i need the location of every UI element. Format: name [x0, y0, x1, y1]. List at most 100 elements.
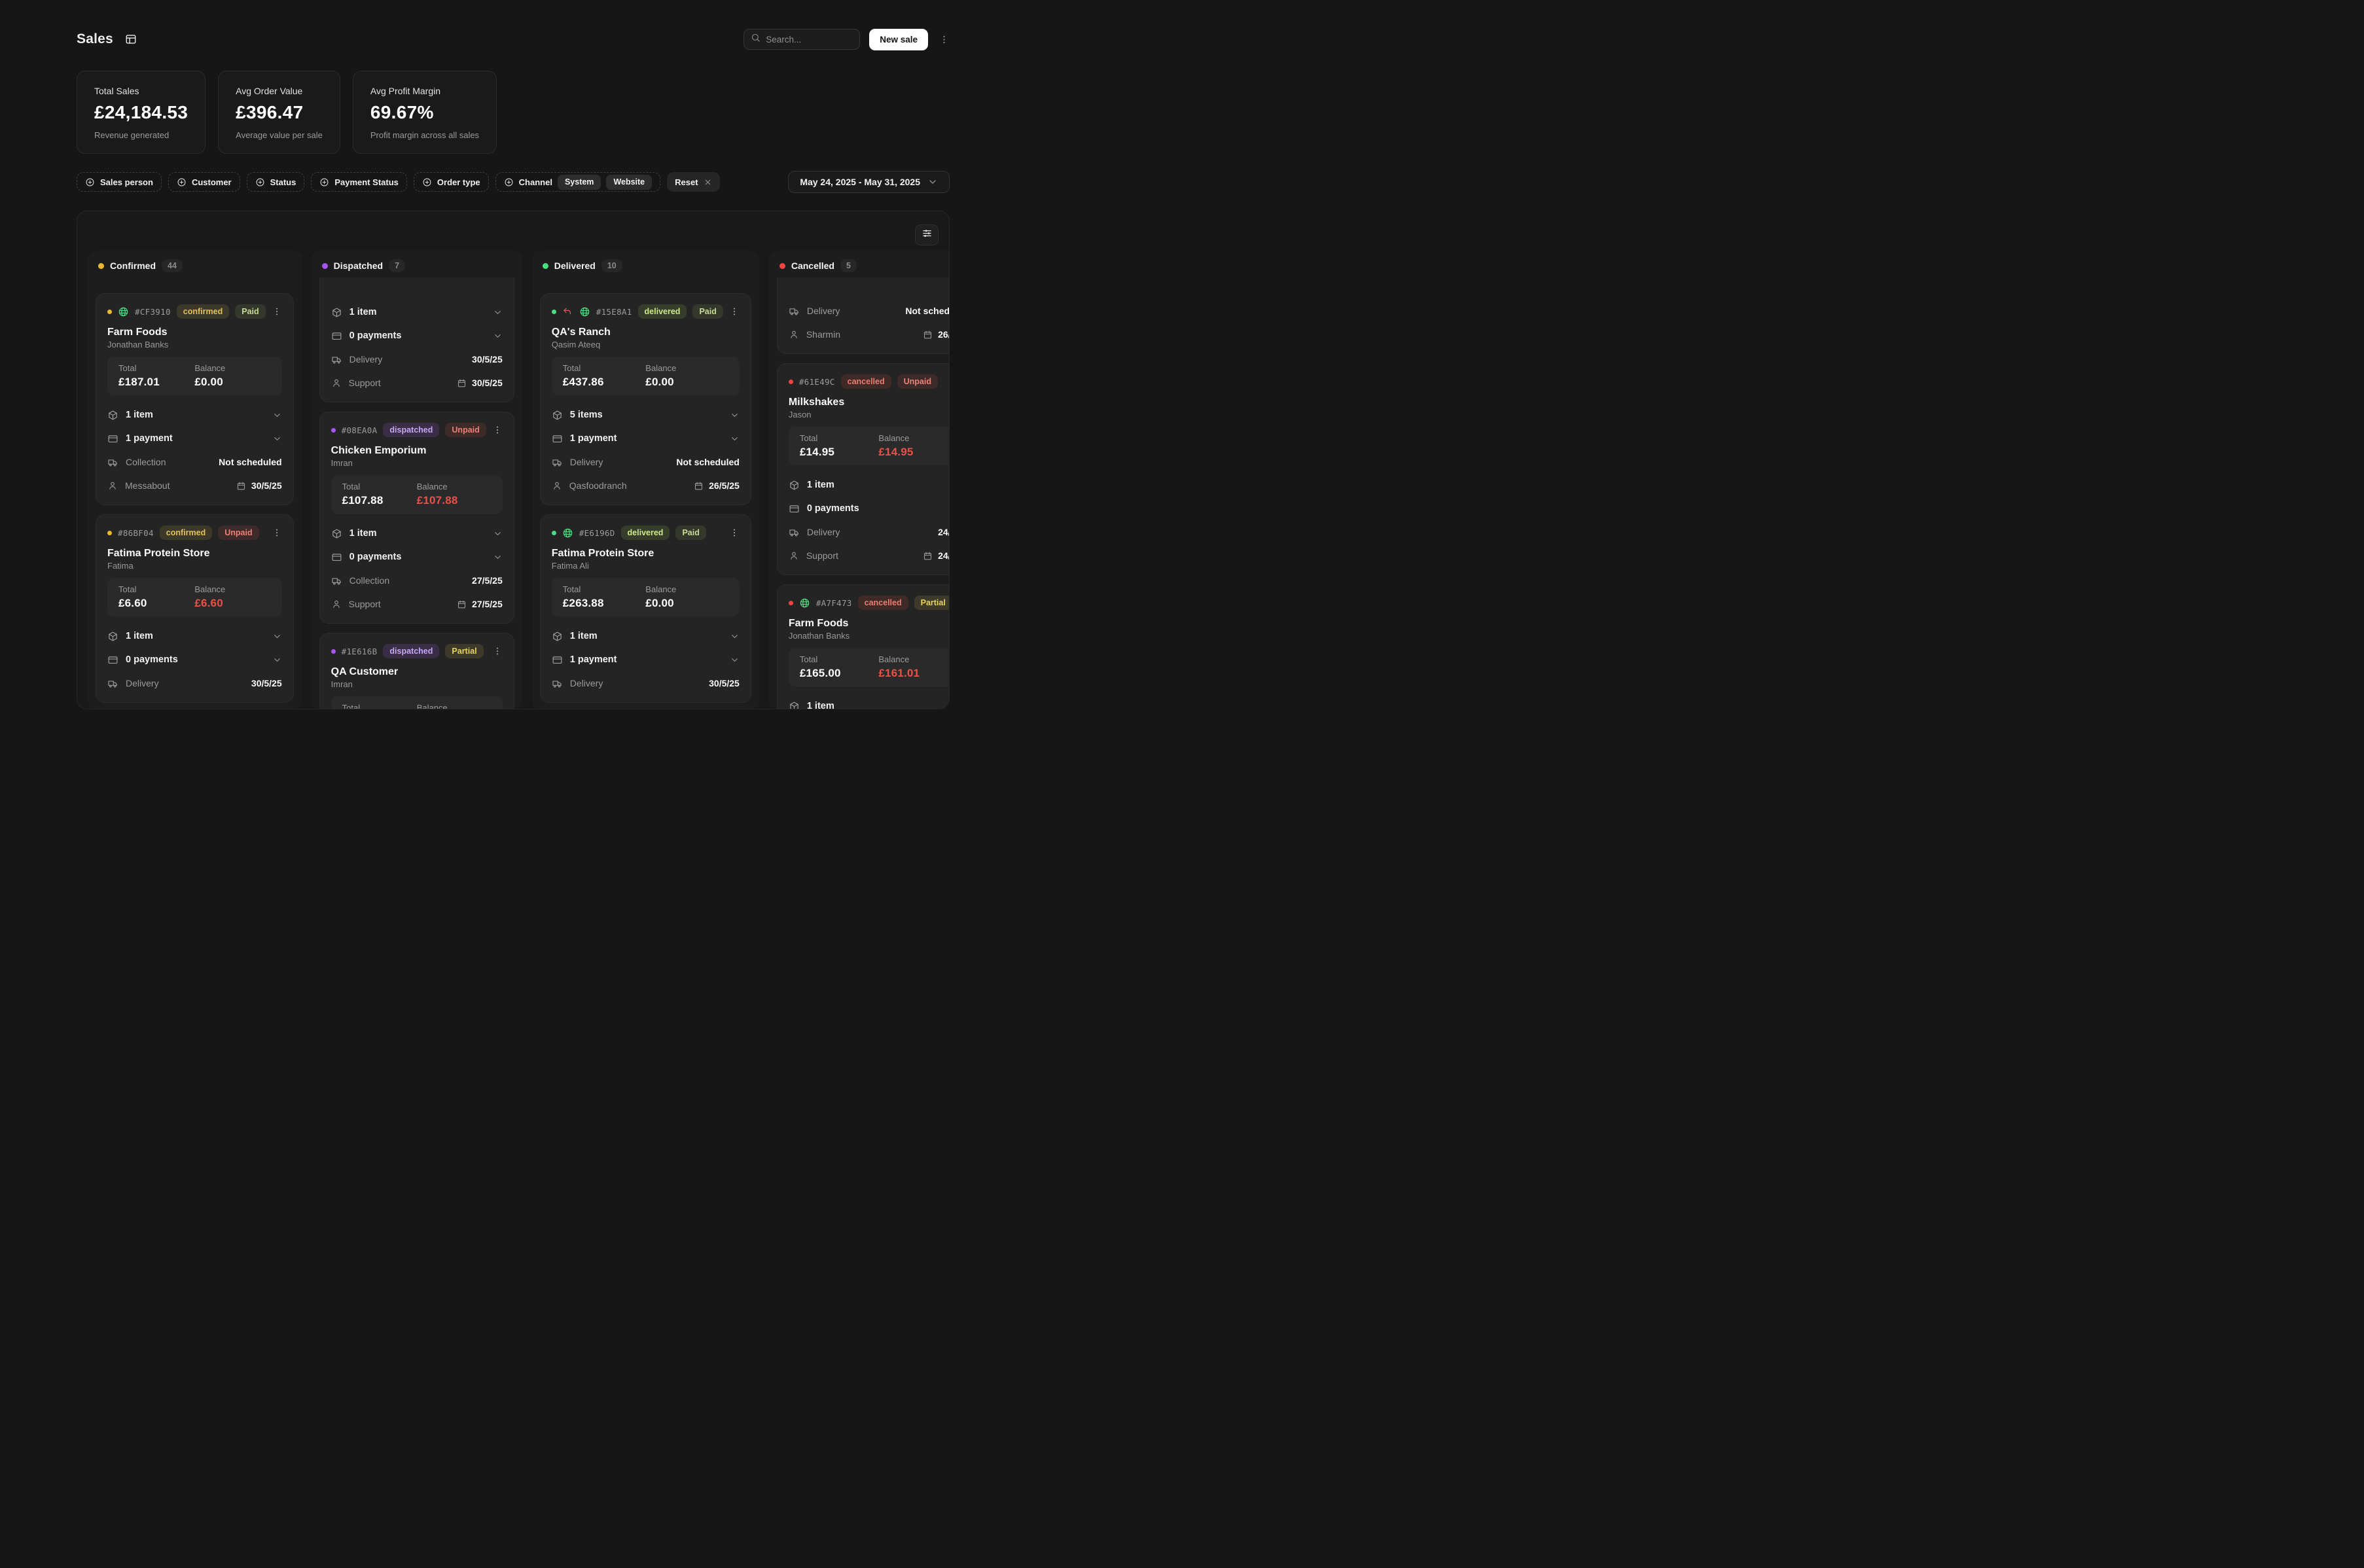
- filter-chip-order-type[interactable]: Order type: [414, 172, 489, 192]
- board-toolbar: [88, 224, 939, 245]
- items-row[interactable]: 1 item: [331, 526, 503, 541]
- truck-icon: [107, 457, 118, 468]
- payments-row[interactable]: 1 payment: [552, 652, 740, 667]
- person-icon: [789, 329, 799, 340]
- order-card[interactable]: #15E8A1deliveredPaidQA's RanchQasim Atee…: [540, 293, 751, 505]
- payments-row[interactable]: 0 payments: [107, 652, 282, 667]
- payments-count-label: 1 payment: [570, 433, 617, 444]
- calendar-icon: [236, 481, 246, 491]
- chevron-down-icon: [730, 434, 740, 444]
- card-menu-kebab-icon[interactable]: [492, 425, 503, 435]
- column-name: Cancelled: [791, 260, 834, 271]
- items-row[interactable]: 1 item: [331, 305, 503, 319]
- order-card[interactable]: #61E49CcancelledUnpaidMilkshakesJasonTot…: [777, 363, 950, 575]
- credit-card-icon: [552, 433, 563, 444]
- column-header: Cancelled5: [769, 251, 950, 277]
- column-delivered: Delivered10#15E8A1deliveredPaidQA's Ranc…: [532, 251, 759, 709]
- filter-chip-customer[interactable]: Customer: [168, 172, 240, 192]
- schedule-date: 27/5/25: [472, 575, 503, 586]
- filter-chip-channel[interactable]: ChannelSystemWebsite: [495, 172, 660, 192]
- balance-value: £14.95: [878, 446, 950, 459]
- status-badge: delivered: [621, 526, 670, 540]
- card-menu-kebab-icon[interactable]: [729, 306, 740, 317]
- payments-row[interactable]: 1 payment: [107, 431, 282, 446]
- balance-cell: Balance£6.60: [194, 584, 270, 610]
- order-card[interactable]: DeliveryNot scheduledSharmin26/5/25: [777, 277, 950, 354]
- order-card[interactable]: #E6196DdeliveredPaidFatima Protein Store…: [540, 514, 751, 703]
- date-range-picker[interactable]: May 24, 2025 - May 31, 2025: [788, 171, 950, 193]
- card-menu-kebab-icon[interactable]: [272, 306, 282, 317]
- items-row[interactable]: 1 item: [107, 408, 282, 422]
- items-row[interactable]: 1 item: [789, 699, 950, 709]
- status-dot: [107, 531, 112, 535]
- payments-row[interactable]: 0 payments: [789, 501, 950, 516]
- reset-filters-button[interactable]: Reset: [667, 172, 719, 192]
- truck-icon: [552, 678, 563, 689]
- board-layout-icon[interactable]: [125, 33, 137, 45]
- order-card[interactable]: 1 item0 paymentsDelivery30/5/25Support30…: [319, 277, 514, 402]
- delivery-row: Delivery30/5/25: [331, 352, 503, 366]
- filter-chip-payment-status[interactable]: Payment Status: [311, 172, 407, 192]
- order-card[interactable]: #86BF04confirmedUnpaidFatima Protein Sto…: [96, 514, 294, 703]
- chevron-down-icon: [493, 308, 503, 317]
- calendar-icon: [694, 481, 704, 491]
- order-card[interactable]: #A7F473cancelledPartialFarm FoodsJonatha…: [777, 584, 950, 709]
- items-row[interactable]: 5 items: [552, 408, 740, 422]
- items-row[interactable]: 1 item: [552, 629, 740, 643]
- payments-row[interactable]: 0 payments: [331, 329, 503, 343]
- column-status-dot: [322, 263, 328, 269]
- filter-chip-sales-person[interactable]: Sales person: [77, 172, 162, 192]
- total-value: £165.00: [800, 667, 878, 680]
- contact-name: Fatima: [107, 561, 282, 571]
- customer-name: QA's Ranch: [552, 327, 740, 338]
- person-icon: [331, 378, 342, 388]
- stat-label: Avg Profit Margin: [370, 86, 479, 96]
- channel-option-system[interactable]: System: [558, 175, 601, 190]
- order-card[interactable]: #CF3910confirmedPaidFarm FoodsJonathan B…: [96, 293, 294, 505]
- column-status-dot: [98, 263, 104, 269]
- delivery-row: DeliveryNot scheduled: [789, 304, 950, 318]
- balance-label: Balance: [417, 482, 492, 491]
- status-dot: [331, 649, 336, 654]
- totals-box: TotalBalance: [331, 696, 503, 709]
- meta-date-value: 30/5/25: [472, 378, 503, 388]
- delivery-row: DeliveryNot scheduled: [552, 455, 740, 469]
- customer-name: Farm Foods: [107, 327, 282, 338]
- status-dot: [789, 601, 793, 605]
- items-row[interactable]: 1 item: [107, 629, 282, 643]
- status-dot: [789, 380, 793, 384]
- card-menu-kebab-icon[interactable]: [272, 527, 282, 538]
- schedule-mode-label: Delivery: [570, 457, 603, 467]
- items-row[interactable]: 1 item: [789, 478, 950, 492]
- total-label: Total: [118, 363, 194, 373]
- balance-label: Balance: [194, 363, 270, 373]
- assignee-row: Support24/5/25: [789, 548, 950, 563]
- contact-name: Imran: [331, 679, 503, 689]
- filter-chip-status[interactable]: Status: [247, 172, 305, 192]
- card-rows: 1 item1 paymentDelivery30/5/25: [552, 629, 740, 690]
- order-card[interactable]: #08EA0AdispatchedUnpaidChicken EmporiumI…: [319, 412, 514, 624]
- meta-date: 27/5/25: [457, 599, 503, 609]
- card-menu-kebab-icon[interactable]: [729, 527, 740, 538]
- status-dot: [552, 310, 556, 314]
- card-menu-kebab-icon[interactable]: [492, 646, 503, 656]
- meta-date: 30/5/25: [457, 378, 503, 388]
- new-sale-button[interactable]: New sale: [869, 29, 928, 50]
- payments-row[interactable]: 1 payment: [552, 431, 740, 446]
- calendar-icon: [923, 330, 933, 340]
- column-confirmed: Confirmed44#CF3910confirmedPaidFarm Food…: [88, 251, 302, 709]
- status-badge: dispatched: [383, 644, 439, 658]
- person-icon: [331, 599, 342, 609]
- calendar-icon: [457, 378, 467, 388]
- channel-option-website[interactable]: Website: [606, 175, 652, 190]
- meta-date-value: 27/5/25: [472, 599, 503, 609]
- schedule-date: Not scheduled: [905, 306, 950, 316]
- status-dot: [107, 310, 112, 314]
- total-cell: Total£14.95: [800, 433, 878, 459]
- order-card[interactable]: #1E616BdispatchedPartialQA CustomerImran…: [319, 633, 514, 709]
- search-input[interactable]: [766, 35, 853, 45]
- items-count-label: 1 item: [570, 631, 598, 641]
- board-settings-button[interactable]: [915, 224, 939, 245]
- page-menu-kebab-icon[interactable]: [939, 34, 950, 45]
- payments-row[interactable]: 0 payments: [331, 550, 503, 564]
